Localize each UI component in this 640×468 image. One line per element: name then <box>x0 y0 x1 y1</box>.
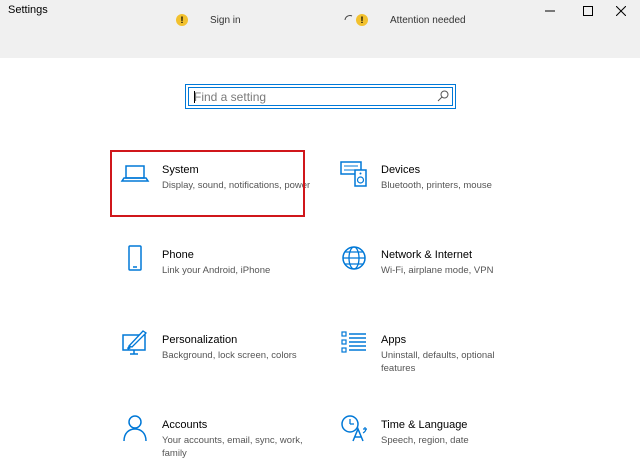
close-button[interactable] <box>602 0 640 22</box>
phone-icon <box>128 245 142 271</box>
attention-label: Attention needed <box>390 14 466 26</box>
maximize-icon <box>583 6 593 16</box>
category-title: Time & Language <box>381 419 468 431</box>
category-desc: Link your Android, iPhone <box>162 265 271 276</box>
category-desc: Wi-Fi, airplane mode, VPN <box>381 265 494 276</box>
settings-header: ! Sign in ! Attention needed <box>0 14 640 58</box>
sign-in-label: Sign in <box>210 14 241 26</box>
category-desc: Background, lock screen, colors <box>162 350 297 361</box>
category-title: Devices <box>381 164 421 176</box>
category-network-internet[interactable]: Network & Internet Wi-Fi, airplane mode,… <box>329 235 519 305</box>
category-time-language[interactable]: Time & Language Speech, region, date <box>329 405 519 468</box>
warning-icon: ! <box>176 14 188 26</box>
category-accounts[interactable]: Accounts Your accounts, email, sync, wor… <box>110 405 303 468</box>
paint-monitor-icon <box>122 330 148 355</box>
category-title: Network & Internet <box>381 249 473 261</box>
minimize-button[interactable] <box>531 0 569 22</box>
category-desc: Speech, region, date <box>381 435 469 446</box>
category-devices[interactable]: Devices Bluetooth, printers, mouse <box>329 150 519 220</box>
warning-icon: ! <box>356 14 368 26</box>
minimize-icon <box>545 10 555 12</box>
sign-in-link[interactable]: ! Sign in <box>176 14 241 26</box>
search-input[interactable] <box>194 89 424 105</box>
apps-list-icon <box>341 331 366 353</box>
attention-needed-link[interactable]: ! Attention needed <box>344 14 466 26</box>
person-icon <box>123 415 147 442</box>
category-desc: Bluetooth, printers, mouse <box>381 180 492 191</box>
window-title: Settings <box>8 4 48 16</box>
category-title: Apps <box>381 334 407 346</box>
category-title: Phone <box>162 249 194 261</box>
category-apps[interactable]: Apps Uninstall, defaults, optional featu… <box>329 320 519 390</box>
search-box[interactable] <box>185 84 456 109</box>
keyboard-speaker-icon <box>340 161 367 187</box>
category-personalization[interactable]: Personalization Background, lock screen,… <box>110 320 300 390</box>
selection-highlight <box>110 150 305 217</box>
close-icon <box>616 6 626 16</box>
category-title: Personalization <box>162 334 238 346</box>
category-phone[interactable]: Phone Link your Android, iPhone <box>110 235 300 305</box>
category-desc: Uninstall, defaults, optional features <box>381 350 495 374</box>
search-icon[interactable] <box>437 90 449 102</box>
category-desc: Your accounts, email, sync, work, family <box>162 435 303 459</box>
title-bar: Settings <box>0 0 640 22</box>
category-title: Accounts <box>162 419 208 431</box>
globe-icon <box>342 246 366 270</box>
time-language-icon <box>341 415 367 442</box>
